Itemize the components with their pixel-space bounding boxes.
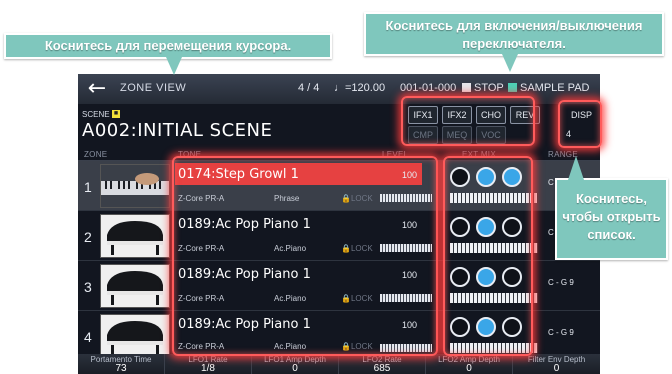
param-value: 73 [115,363,127,374]
param-lfo1-rate[interactable]: LFO1 Rate 1/8 [165,354,252,374]
keyboard-photo-icon [100,164,170,208]
back-arrow-icon[interactable]: ← [82,78,112,102]
stop-label: STOP [474,82,504,94]
tempo-readout: ♩=120.00 [334,82,386,94]
param-lfo2-amp-depth[interactable]: LFO2 Amp Depth 0 [426,354,513,374]
grand-piano-icon [100,264,170,308]
grand-piano-icon [100,314,170,358]
range-value[interactable]: C - G 9 [548,328,574,337]
parameter-bar: Portamento Time 73 LFO1 Rate 1/8 LFO1 Am… [78,354,600,374]
stop-icon [462,83,471,92]
tone-area-highlight [172,156,438,356]
zone-number: 2 [84,229,92,245]
sample-pad-icon [508,83,517,92]
zone-number: 3 [84,279,92,295]
param-value: 1/8 [201,363,215,374]
param-value: 685 [373,363,391,374]
grand-piano-icon [100,214,170,258]
param-value: 0 [466,363,472,374]
param-value: 0 [292,363,298,374]
disp-highlight [558,100,602,148]
zone-page: 4 / 4 [298,82,320,94]
callout-toggle-switch: Коснитесь для включения/выключения перек… [364,12,664,56]
callout-pointer [166,57,182,75]
callout-pointer [568,156,584,180]
range-value[interactable]: C - G 9 [548,278,574,287]
callout-open-list: Коснитесь, чтобы открыть список. [555,178,668,260]
param-value: 0 [553,363,560,374]
param-lfo2-rate[interactable]: LFO2 Rate 685 [339,354,426,374]
param-lfo1-amp-depth[interactable]: LFO1 Amp Depth 0 [252,354,339,374]
col-zone: ZONE [84,150,108,159]
scene-name: A002:INITIAL SCENE [82,120,273,141]
scene-mark-icon: ■ [112,110,120,118]
sample-pad-label[interactable]: SAMPLE PAD [520,82,590,94]
param-filter-env-depth[interactable]: Filter Env Depth 0 [513,354,600,374]
zone-number: 1 [84,179,92,195]
switch-area-highlight [443,156,533,356]
song-position: 001-01-000 [400,82,457,94]
fx-area-highlight [401,96,535,146]
scene-label: SCENE [82,110,110,119]
callout-pointer [502,54,518,72]
callout-move-cursor: Коснитесь для перемещения курсора. [4,33,332,59]
param-portamento-time[interactable]: Portamento Time 73 [78,354,165,374]
zone-number: 4 [84,329,92,345]
mode-title: ZONE VIEW [120,82,187,94]
